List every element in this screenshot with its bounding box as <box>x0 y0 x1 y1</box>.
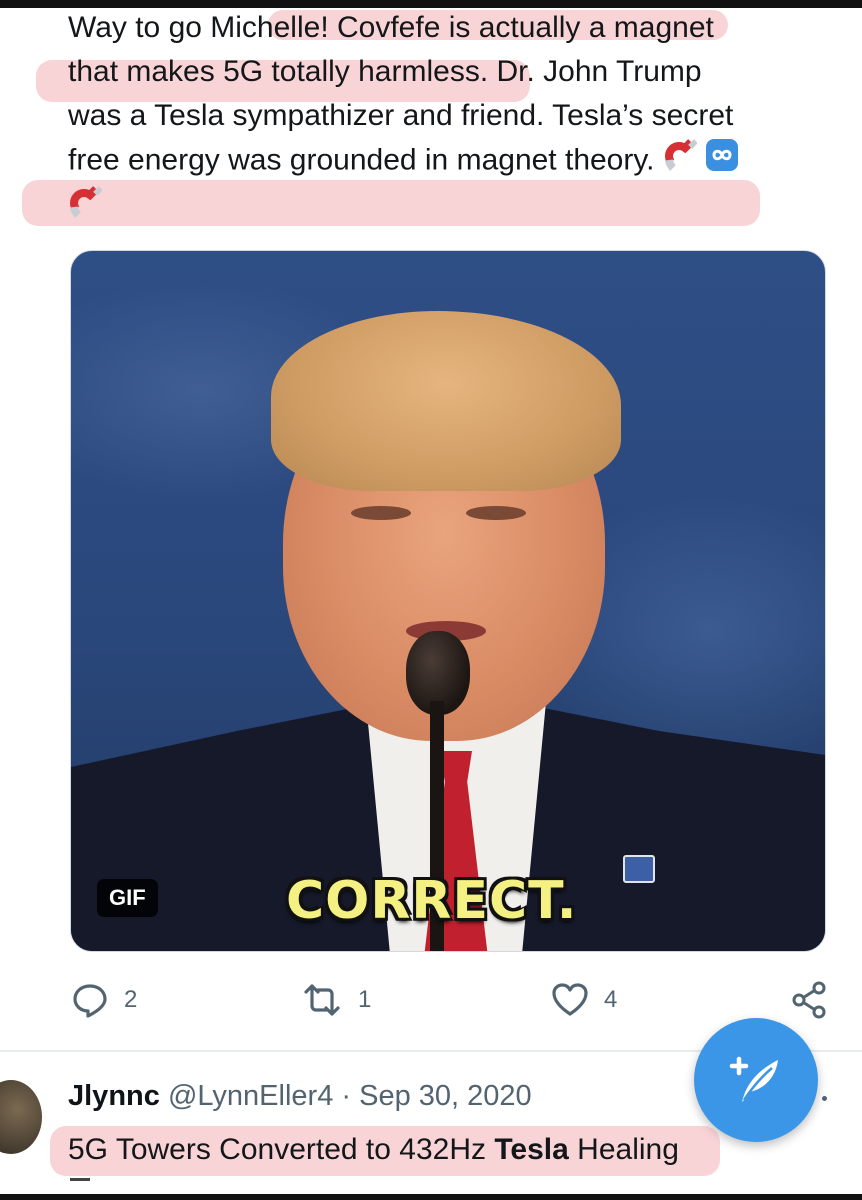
compose-feather-icon <box>724 1046 788 1115</box>
tweet-text: Way to go Michelle! Covfefe is actually … <box>68 6 808 232</box>
like-button[interactable]: 4 <box>550 980 617 1020</box>
tweet-line: was a Tesla sympathizer and friend. Tesl… <box>68 99 734 132</box>
separator: · <box>341 1080 352 1112</box>
next-tweet-text: 5G Towers Converted to 432Hz Tesla Heali… <box>68 1133 679 1166</box>
reply-button[interactable]: 2 <box>70 980 137 1020</box>
share-button[interactable] <box>790 980 830 1020</box>
like-count: 4 <box>604 986 618 1013</box>
heart-icon <box>550 980 590 1020</box>
reply-count: 2 <box>124 986 138 1013</box>
retweet-count: 1 <box>358 986 372 1013</box>
tweet-line: free energy was grounded in magnet theor… <box>68 138 808 185</box>
tweet-line: that makes 5G totally harmless. Dr. John… <box>68 55 702 88</box>
user-handle[interactable]: @LynnEller4 <box>168 1080 333 1112</box>
retweet-icon <box>300 980 344 1020</box>
infinity-emoji <box>705 138 739 185</box>
truncated-text <box>70 1178 90 1181</box>
gif-flag-pin <box>623 855 655 883</box>
tweet-line <box>68 185 808 232</box>
gif-eye <box>351 506 411 520</box>
magnet-emoji <box>663 138 698 185</box>
display-name[interactable]: Jlynnc <box>68 1080 160 1112</box>
avatar[interactable] <box>0 1080 42 1154</box>
gif-badge: GIF <box>97 879 158 917</box>
bold-keyword: Tesla <box>494 1133 569 1166</box>
gif-caption: CORRECT. <box>286 871 578 931</box>
gif-eye <box>466 506 526 520</box>
tweet-date[interactable]: Sep 30, 2020 <box>359 1080 532 1112</box>
more-options-icon[interactable] <box>822 1096 827 1101</box>
tweet-gif[interactable]: CORRECT. GIF <box>70 250 826 952</box>
reply-icon <box>70 980 110 1020</box>
tweet-actions: 2 1 4 <box>70 980 830 1024</box>
bottom-border <box>0 1194 862 1200</box>
share-icon <box>790 980 830 1020</box>
magnet-emoji <box>68 185 103 232</box>
tweet-header: Jlynnc @LynnEller4 · Sep 30, 2020 <box>68 1080 532 1113</box>
tweet-line: Way to go Michelle! Covfefe is actually … <box>68 11 714 44</box>
retweet-button[interactable]: 1 <box>300 980 371 1020</box>
compose-tweet-button[interactable] <box>694 1018 818 1142</box>
